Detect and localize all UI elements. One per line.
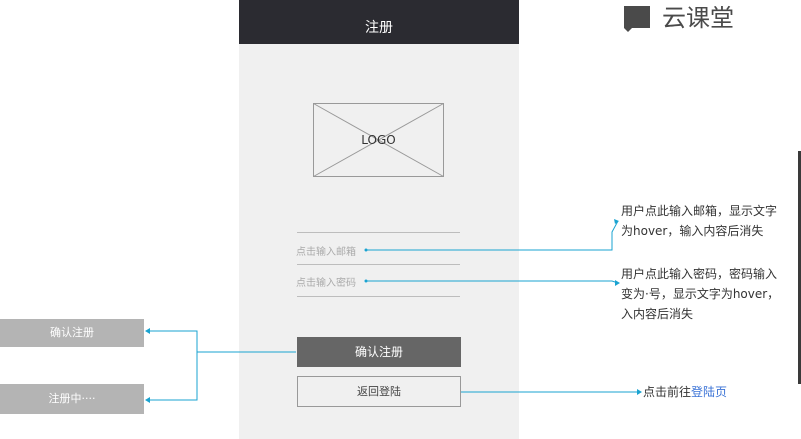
registering-connector	[148, 352, 198, 401]
arrowhead-icon	[637, 389, 642, 395]
arrowhead-icon	[615, 280, 620, 286]
arrowhead-icon	[145, 328, 150, 334]
book-icon	[624, 6, 650, 32]
password-connector	[366, 280, 619, 284]
connector-dot	[364, 279, 368, 283]
confirm-state-connector	[148, 330, 198, 352]
connector-dot	[364, 248, 368, 252]
password-note-line-1: 用户点此输入密码，密码输入	[621, 267, 778, 281]
login-annotation: 点击前往登陆页	[643, 382, 727, 402]
login-page-link[interactable]: 登陆页	[691, 385, 727, 399]
brand-name: 云课堂	[662, 4, 734, 32]
password-note-line-3: 入内容后消失	[621, 307, 694, 321]
email-note-line-2: 为hover，输入内容后消失	[621, 224, 764, 238]
password-note-line-2: 变为·号，显示文字为hover，	[621, 287, 780, 301]
email-note-line-1: 用户点此输入邮箱，显示文字	[621, 204, 778, 218]
login-note-prefix: 点击前往	[643, 385, 692, 399]
arrowhead-icon	[145, 397, 150, 403]
password-annotation: 用户点此输入密码，密码输入 变为·号，显示文字为hover， 入内容后消失	[621, 264, 779, 324]
email-connector	[366, 220, 619, 251]
email-annotation: 用户点此输入邮箱，显示文字 为hover，输入内容后消失	[621, 201, 777, 241]
